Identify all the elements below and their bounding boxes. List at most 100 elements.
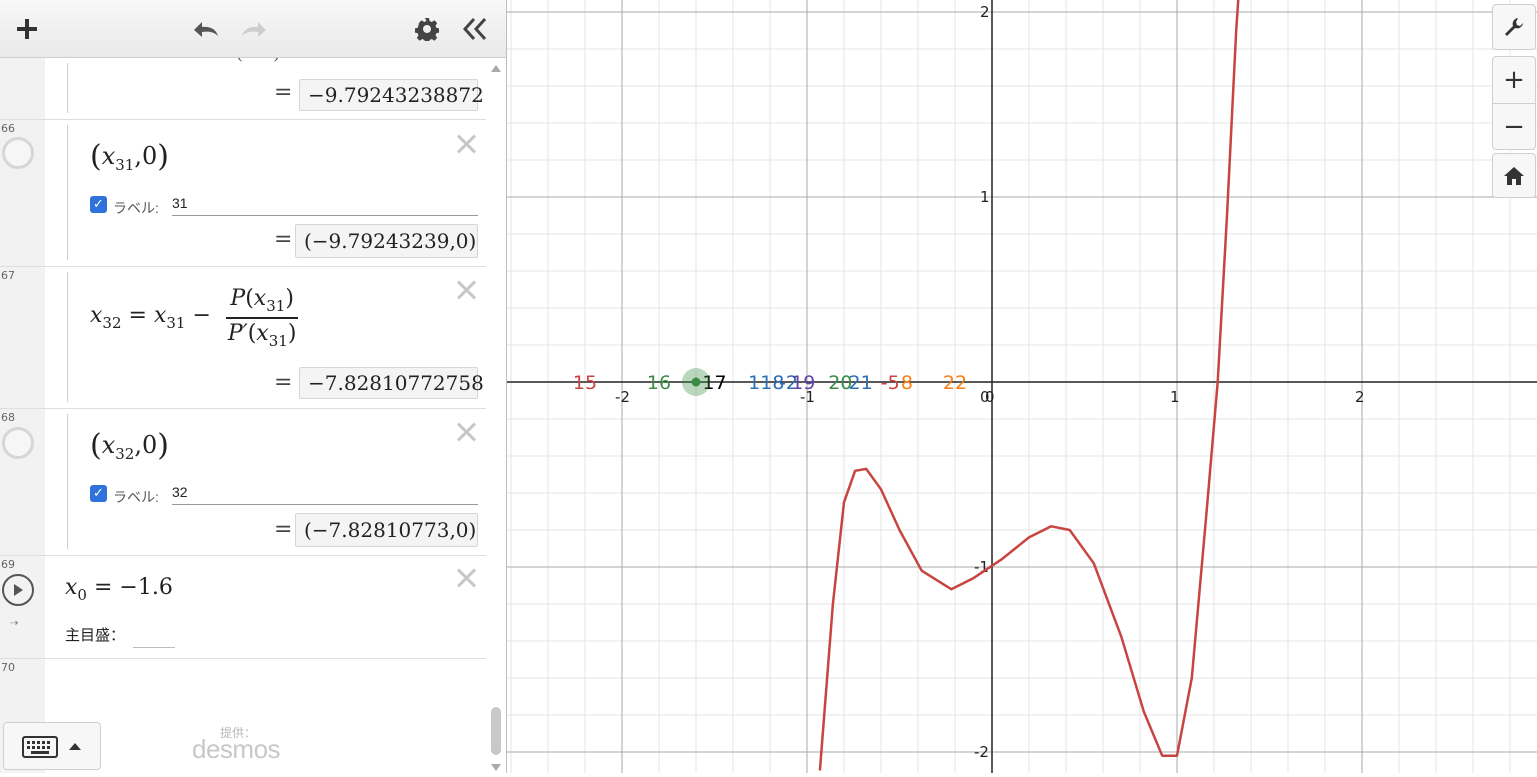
expression-divider bbox=[67, 272, 68, 402]
slider-subscript: 0 bbox=[77, 586, 87, 604]
x-tick-label: 2 bbox=[1355, 388, 1365, 406]
newton-iteration-expression[interactable]: x32 = x31 − P(x31) P′(x31) bbox=[90, 286, 299, 350]
numerator-arg: x bbox=[253, 286, 267, 311]
denominator-arg: x bbox=[256, 320, 269, 346]
collapse-panel-button[interactable] bbox=[458, 12, 492, 46]
graph-settings-button[interactable] bbox=[1492, 4, 1536, 50]
expression-number: 69 bbox=[1, 558, 15, 571]
graph-canvas[interactable]: -2 -1 0 1 2021-1-2 15 16 17 118-219 2021 -5 8 22 bbox=[507, 0, 1537, 773]
graph-paper[interactable]: -2 -1 0 1 2 0 2 1 -1 -2 15 16 17 118 -2 19 20 21 -5 8 22 bbox=[506, 0, 1537, 773]
delete-expression-button[interactable] bbox=[454, 566, 478, 590]
point-label: 19 bbox=[791, 372, 815, 394]
point-style-icon[interactable] bbox=[2, 137, 34, 169]
highlighted-point bbox=[691, 377, 701, 387]
expression-number: 66 bbox=[1, 122, 15, 135]
point-label: -5 bbox=[881, 372, 900, 394]
label-checkbox[interactable]: ✓ bbox=[90, 196, 107, 213]
evaluation-result: −9.79243238872 bbox=[299, 79, 484, 111]
label-checkbox[interactable]: ✓ bbox=[90, 485, 107, 502]
equals-sign: = bbox=[274, 227, 293, 252]
denominator-function: P′ bbox=[227, 320, 248, 346]
scroll-down-arrow-icon[interactable] bbox=[490, 763, 502, 773]
delete-expression-button[interactable] bbox=[454, 278, 478, 302]
expression-number: 68 bbox=[1, 411, 15, 424]
equals-sign: = bbox=[274, 517, 293, 542]
zoom-in-button[interactable]: + bbox=[1492, 56, 1536, 104]
undo-icon bbox=[194, 22, 218, 37]
evaluation-result: −7.82810772758 bbox=[299, 367, 484, 399]
redo-button[interactable] bbox=[238, 12, 272, 46]
expression-divider bbox=[67, 414, 68, 549]
expression-divider bbox=[67, 125, 68, 260]
slider-settings-icon[interactable]: ⇢ bbox=[10, 618, 18, 629]
lhs-variable: x bbox=[90, 303, 103, 329]
x-variable: x bbox=[101, 431, 116, 459]
delete-expression-button[interactable] bbox=[454, 420, 478, 444]
keyboard-icon bbox=[22, 736, 58, 758]
x-subscript: 32 bbox=[115, 445, 135, 463]
scroll-thumb[interactable] bbox=[491, 707, 501, 755]
numerator-arg-subscript: 31 bbox=[266, 297, 286, 315]
default-view-button[interactable] bbox=[1492, 153, 1536, 198]
rhs-variable: x bbox=[153, 303, 167, 329]
label-input[interactable]: 31 bbox=[172, 195, 478, 216]
plus-icon bbox=[17, 19, 37, 39]
desmos-logo[interactable]: desmos bbox=[192, 734, 281, 765]
point-label: 16 bbox=[647, 372, 671, 394]
play-icon bbox=[14, 584, 23, 596]
point-label: 22 bbox=[943, 372, 967, 394]
expression-divider bbox=[67, 63, 68, 113]
play-slider-button[interactable] bbox=[2, 574, 34, 606]
desmos-app: (−∞) = −9.79243238872 66 (x31,0) ✓ ラベル: … bbox=[0, 0, 1537, 773]
expression-item[interactable]: 68 (x32,0) ✓ ラベル: 32 = (−7.82810773,0) bbox=[0, 408, 486, 556]
x-tick-label: -2 bbox=[615, 388, 630, 406]
fraction-numerator: P(x31) bbox=[230, 286, 294, 315]
slider-step-label: 主目盛： bbox=[65, 627, 126, 644]
x-tick-label: 1 bbox=[1170, 388, 1180, 406]
point-label: 8 bbox=[901, 372, 913, 394]
y-value: 0 bbox=[142, 142, 158, 170]
expression-panel: (−∞) = −9.79243238872 66 (x31,0) ✓ ラベル: … bbox=[0, 0, 506, 773]
numerator-function: P bbox=[230, 286, 246, 311]
slider-step-input[interactable] bbox=[133, 647, 175, 648]
settings-button[interactable] bbox=[410, 12, 444, 46]
label-input[interactable]: 32 bbox=[172, 484, 478, 505]
equals-sign: = bbox=[274, 370, 293, 395]
label-caption: ラベル: bbox=[113, 489, 159, 505]
expression-number: 70 bbox=[1, 661, 15, 674]
slider-value: −1.6 bbox=[119, 575, 173, 600]
double-chevron-left-icon bbox=[462, 17, 487, 41]
fraction-bar bbox=[225, 317, 299, 319]
x-variable: x bbox=[101, 142, 116, 170]
slider-expression[interactable]: x0 = −1.6 bbox=[65, 575, 173, 604]
expression-item[interactable]: (−∞) = −9.79243238872 bbox=[0, 43, 486, 120]
y-tick-label: -2 bbox=[974, 743, 989, 761]
lhs-subscript: 32 bbox=[102, 314, 122, 333]
wrench-icon bbox=[1505, 18, 1523, 36]
zoom-out-button[interactable]: − bbox=[1492, 103, 1536, 150]
point-style-icon[interactable] bbox=[2, 427, 34, 459]
caret-up-icon bbox=[69, 743, 81, 750]
expression-number: 67 bbox=[1, 269, 15, 282]
expression-scrollbar[interactable] bbox=[486, 57, 506, 773]
undo-button[interactable] bbox=[188, 12, 222, 46]
equals-sign: = bbox=[274, 80, 293, 105]
expression-item[interactable]: 67 x32 = x31 − P(x31) P′(x31) = −7.82810… bbox=[0, 266, 486, 409]
add-item-button[interactable] bbox=[10, 12, 44, 46]
origin-tick-label: 0 bbox=[980, 388, 990, 406]
rhs-subscript: 31 bbox=[166, 314, 186, 333]
point-label: 21 bbox=[849, 372, 873, 394]
expression-item[interactable]: 66 (x31,0) ✓ ラベル: 31 = (−9.79243239,0) bbox=[0, 119, 486, 267]
home-icon bbox=[1504, 166, 1524, 185]
point-expression[interactable]: (x32,0) bbox=[90, 428, 169, 463]
delete-expression-button[interactable] bbox=[454, 132, 478, 156]
point-label: 15 bbox=[573, 372, 597, 394]
label-caption: ラベル: bbox=[113, 200, 159, 216]
expression-item[interactable]: 69 ⇢ x0 = −1.6 主目盛： bbox=[0, 555, 486, 659]
scroll-up-arrow-icon[interactable] bbox=[490, 63, 502, 73]
keypad-toggle-button[interactable] bbox=[3, 722, 101, 770]
point-expression[interactable]: (x31,0) bbox=[90, 139, 169, 174]
evaluation-result: (−7.82810773,0) bbox=[295, 513, 478, 547]
y-tick-label: 1 bbox=[980, 188, 990, 206]
redo-icon bbox=[242, 22, 266, 37]
